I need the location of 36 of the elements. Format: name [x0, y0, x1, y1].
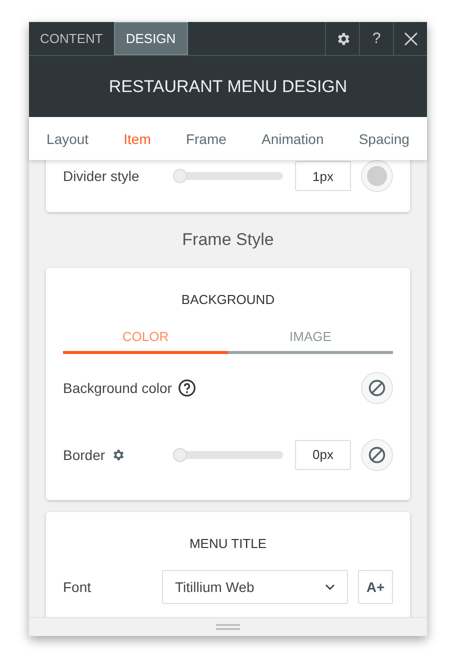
section-tab[interactable]: Item	[122, 126, 153, 150]
section-heading: Frame Style	[182, 229, 274, 251]
field-label: Border	[63, 446, 106, 462]
field-label: Font	[63, 579, 92, 595]
slider-thumb[interactable]	[173, 169, 187, 183]
mode-tab[interactable]: CONTENT	[29, 22, 114, 55]
card-title: MENU TITLE	[189, 535, 267, 553]
font-size-button[interactable]: A+	[358, 570, 393, 604]
slider[interactable]	[173, 169, 283, 183]
section-tab[interactable]: Spacing	[356, 126, 412, 150]
help-button[interactable]: ?	[359, 22, 393, 55]
resize-grip-icon[interactable]	[216, 624, 240, 630]
section-tab[interactable]: Layout	[44, 126, 91, 150]
value-field[interactable]: 0px	[295, 440, 351, 470]
background-tab[interactable]: IMAGE	[228, 323, 393, 354]
slider-thumb[interactable]	[173, 448, 187, 462]
chevron-down-icon[interactable]	[325, 584, 335, 590]
settings-icon[interactable]	[111, 448, 126, 462]
slider[interactable]	[173, 448, 283, 462]
section-tab[interactable]: Animation	[260, 126, 326, 150]
font-dropdown[interactable]: Titillium Web	[162, 570, 348, 604]
card-title: BACKGROUND	[181, 291, 275, 309]
close-icon[interactable]	[402, 30, 418, 46]
mode-tab[interactable]: DESIGN	[114, 22, 188, 55]
field-label: Divider style	[63, 168, 140, 184]
help-icon[interactable]	[178, 378, 196, 396]
section-tab[interactable]: Frame	[184, 126, 228, 150]
field-label: Background color	[63, 380, 172, 396]
color-swatch-button[interactable]	[361, 160, 393, 192]
clear-button[interactable]	[361, 438, 393, 470]
dropdown-value: Titillium Web	[175, 579, 254, 595]
value-field[interactable]: 1px	[295, 161, 351, 191]
panel-title: RESTAURANT MENU DESIGN	[108, 76, 348, 96]
no-color-icon[interactable]	[368, 378, 386, 396]
clear-button[interactable]	[361, 372, 393, 404]
no-color-icon[interactable]	[368, 446, 386, 464]
